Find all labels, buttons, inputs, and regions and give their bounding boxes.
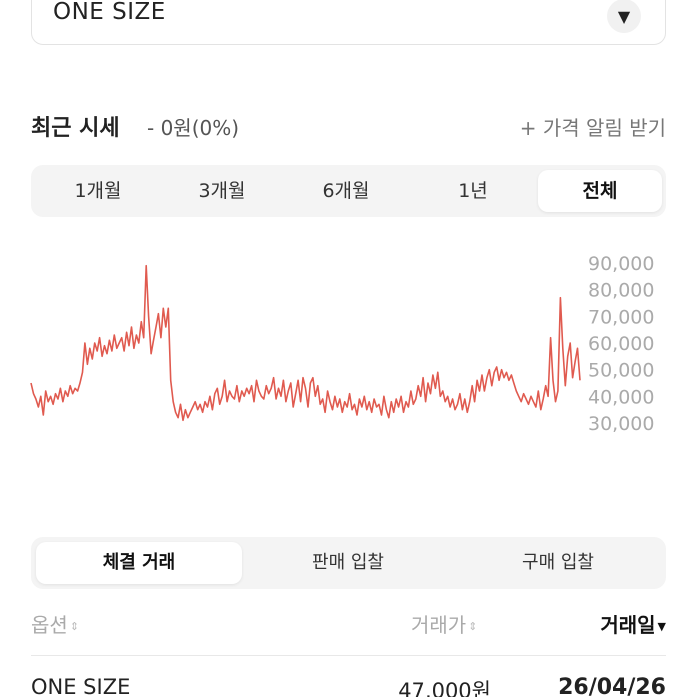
- price-change: - 0원(0%): [147, 116, 240, 140]
- table-row: ONE SIZE 47,000원 26/04/26: [31, 675, 666, 697]
- divider: [31, 655, 666, 656]
- row-date: 26/04/26: [558, 675, 666, 697]
- y-tick-label: 80,000: [588, 280, 654, 302]
- tab-6-months[interactable]: 6개월: [284, 170, 408, 212]
- tab-all[interactable]: 전체: [538, 170, 662, 212]
- column-option[interactable]: 옵션 ⇕: [31, 609, 79, 638]
- tab-1-month[interactable]: 1개월: [36, 170, 160, 212]
- sort-down-icon: ▼: [657, 620, 666, 633]
- sort-icon: ⇕: [468, 620, 478, 633]
- tab-buy-bids[interactable]: 구매 입찰: [455, 542, 661, 584]
- y-tick-label: 50,000: [588, 360, 654, 382]
- tab-3-months[interactable]: 3개월: [160, 170, 284, 212]
- y-tick-label: 60,000: [588, 333, 654, 355]
- y-tick-label: 40,000: [588, 386, 654, 408]
- tab-completed-trades[interactable]: 체결 거래: [36, 542, 242, 584]
- price-chart: 90,000 80,000 70,000 60,000 50,000 40,000 30,0…: [30, 253, 654, 435]
- price-line: [30, 264, 581, 422]
- sort-icon: ⇕: [69, 620, 80, 633]
- column-price-label: 거래가: [411, 613, 467, 637]
- row-option: ONE SIZE: [31, 675, 131, 697]
- y-tick-label: 30,000: [588, 413, 654, 435]
- tab-1-year[interactable]: 1년: [411, 170, 535, 212]
- chevron-down-icon[interactable]: ▼: [607, 0, 641, 33]
- y-tick-label: 70,000: [588, 306, 654, 328]
- trade-table-header: 옵션 ⇕ 거래가 ⇕ 거래일 ▼: [31, 605, 666, 641]
- trade-tabs: 체결 거래 판매 입찰 구매 입찰: [31, 537, 666, 589]
- column-option-label: 옵션: [31, 613, 68, 637]
- size-select[interactable]: ONE SIZE ▼: [31, 0, 666, 45]
- y-tick-label: 90,000: [588, 253, 654, 275]
- size-select-value: ONE SIZE: [53, 0, 166, 25]
- price-alert-button[interactable]: + 가격 알림 받기: [520, 112, 666, 141]
- column-price[interactable]: 거래가 ⇕: [411, 609, 477, 638]
- row-price: 47,000원: [398, 679, 491, 697]
- recent-price-header: 최근 시세 - 0원(0%) + 가격 알림 받기: [31, 108, 666, 144]
- column-date-label: 거래일: [600, 613, 656, 637]
- period-tabs: 1개월 3개월 6개월 1년 전체: [31, 165, 666, 217]
- recent-price-title: 최근 시세: [31, 116, 120, 141]
- column-date[interactable]: 거래일 ▼: [600, 609, 666, 638]
- tab-sell-bids[interactable]: 판매 입찰: [245, 542, 451, 584]
